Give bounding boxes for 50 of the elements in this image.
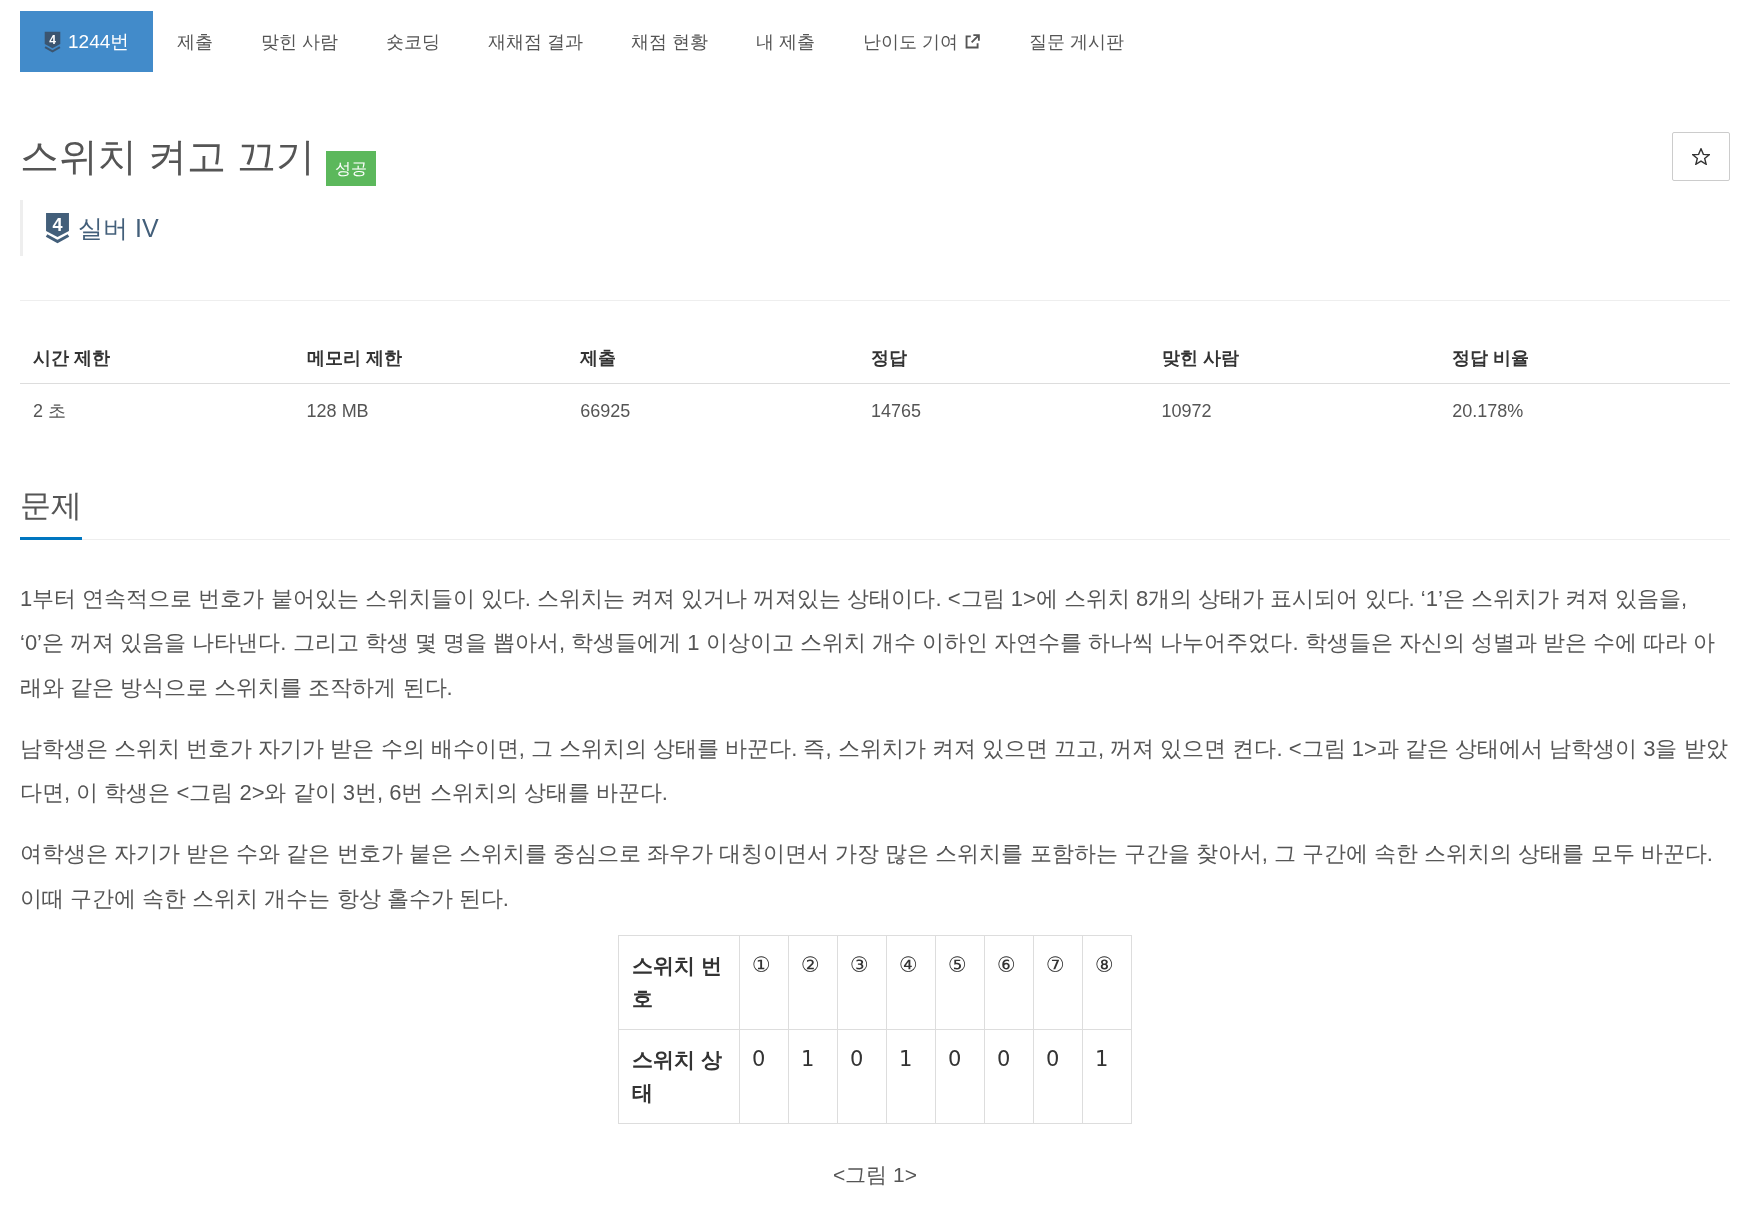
nav-tab[interactable]: 재채점 결과 bbox=[464, 11, 608, 72]
nav-tab[interactable]: 난이도 기여 bbox=[839, 11, 1006, 72]
table-cell: 0 bbox=[984, 1029, 1034, 1124]
column-header: 정답 비율 bbox=[1452, 348, 1530, 368]
table-cell: 1 bbox=[1082, 1029, 1132, 1124]
table-cell: ② bbox=[788, 935, 838, 1030]
column-header: 시간 제한 bbox=[33, 348, 110, 368]
column-header: 정답 bbox=[870, 348, 907, 368]
table-cell: 14765 bbox=[870, 401, 921, 421]
table-cell: ⑧ bbox=[1082, 935, 1132, 1030]
table-cell: ⑥ bbox=[984, 935, 1034, 1030]
section-heading: 문제 bbox=[20, 488, 82, 540]
table-cell: 0 bbox=[1033, 1029, 1083, 1124]
table-cell: ④ bbox=[886, 935, 936, 1030]
column-header: 제출 bbox=[580, 348, 617, 368]
table-cell: ③ bbox=[837, 935, 887, 1030]
problem-paragraph: 남학생은 스위치 번호가 자기가 받은 수의 배수이면, 그 스위치의 상태를 바꾼다. 즉, 스위치가 켜져 있으면 끄고, 꺼져 있으면 켠다. <그림 1>과 같은 상태에서 남학생이 3을 받았다면, 이 학생은 <그림 2>와 같이 3번, 6번 스위치의 상태를 바꾼다. bbox=[20, 734, 1729, 808]
nav-tab[interactable]: 제출 bbox=[153, 11, 238, 72]
problem-paragraph: 1부터 연속적으로 번호가 붙어있는 스위치들이 있다. 스위치는 켜져 있거나 꺼져있는 상태이다. <그림 1>에 스위치 8개의 상태가 표시되어 있다. ‘1’은 스위치가 켜져 있음을, ‘0’은 꺼져 있음을 나타낸다. 그리고 학생 몇 명을 뽑아서, 학생들에게 1 이상이고 스위치 개수 이하인 자연수를 하나씩 나누어주었다. 학생들은 자신의 성별과 받은 수에 따라 아래와 같은 방식으로 스위치를 조작하게 된다. bbox=[20, 585, 1717, 702]
table-cell: ⑤ bbox=[935, 935, 985, 1030]
table-cell: 0 bbox=[837, 1029, 887, 1124]
nav-tab[interactable]: 4 1244번 bbox=[20, 11, 154, 72]
table-cell: 1 bbox=[788, 1029, 838, 1124]
row-header: 스위치 번호 bbox=[618, 935, 740, 1030]
table-cell: 20.178% bbox=[1452, 401, 1524, 421]
figure-caption: <그림 1> bbox=[832, 1162, 917, 1189]
nav-tab[interactable]: 질문 게시판 bbox=[1005, 11, 1149, 72]
table-cell: ① bbox=[739, 935, 789, 1030]
table-cell: 0 bbox=[739, 1029, 789, 1124]
nav-tab[interactable]: 채점 현황 bbox=[607, 11, 733, 72]
table-cell: ⑦ bbox=[1033, 935, 1083, 1030]
table-cell: 2 초 bbox=[33, 401, 66, 421]
problem-paragraph: 여학생은 자기가 받은 수와 같은 번호가 붙은 스위치를 중심으로 좌우가 대칭이면서 가장 많은 스위치를 포함하는 구간을 찾아서, 그 구간에 속한 스위치의 상태를 모두 바꾼다. 이때 구간에 속한 스위치 개수는 항상 홀수가 된다. bbox=[20, 840, 1714, 913]
nav-tab[interactable]: 맞힌 사람 bbox=[237, 11, 363, 72]
table-cell: 1 bbox=[886, 1029, 936, 1124]
tier-emblem: 4 bbox=[44, 30, 61, 53]
problem-title: 스위치 켜고 끄기 bbox=[20, 134, 315, 179]
tier-emblem: 4 bbox=[45, 212, 70, 244]
table-cell: 10972 bbox=[1161, 401, 1212, 421]
column-header: 맞힌 사람 bbox=[1161, 348, 1239, 368]
table-cell: 66925 bbox=[580, 401, 631, 421]
nav-tab[interactable]: 숏코딩 bbox=[362, 11, 465, 72]
status-badge: 성공 bbox=[325, 151, 376, 186]
tier-name: 실버 IV bbox=[78, 212, 159, 244]
table-cell: 0 bbox=[935, 1029, 985, 1124]
nav-tab[interactable]: 내 제출 bbox=[732, 11, 840, 72]
column-header: 메모리 제한 bbox=[306, 348, 402, 368]
star-button[interactable] bbox=[1672, 132, 1730, 181]
row-header: 스위치 상태 bbox=[618, 1029, 740, 1124]
table-cell: 128 MB bbox=[306, 401, 369, 421]
